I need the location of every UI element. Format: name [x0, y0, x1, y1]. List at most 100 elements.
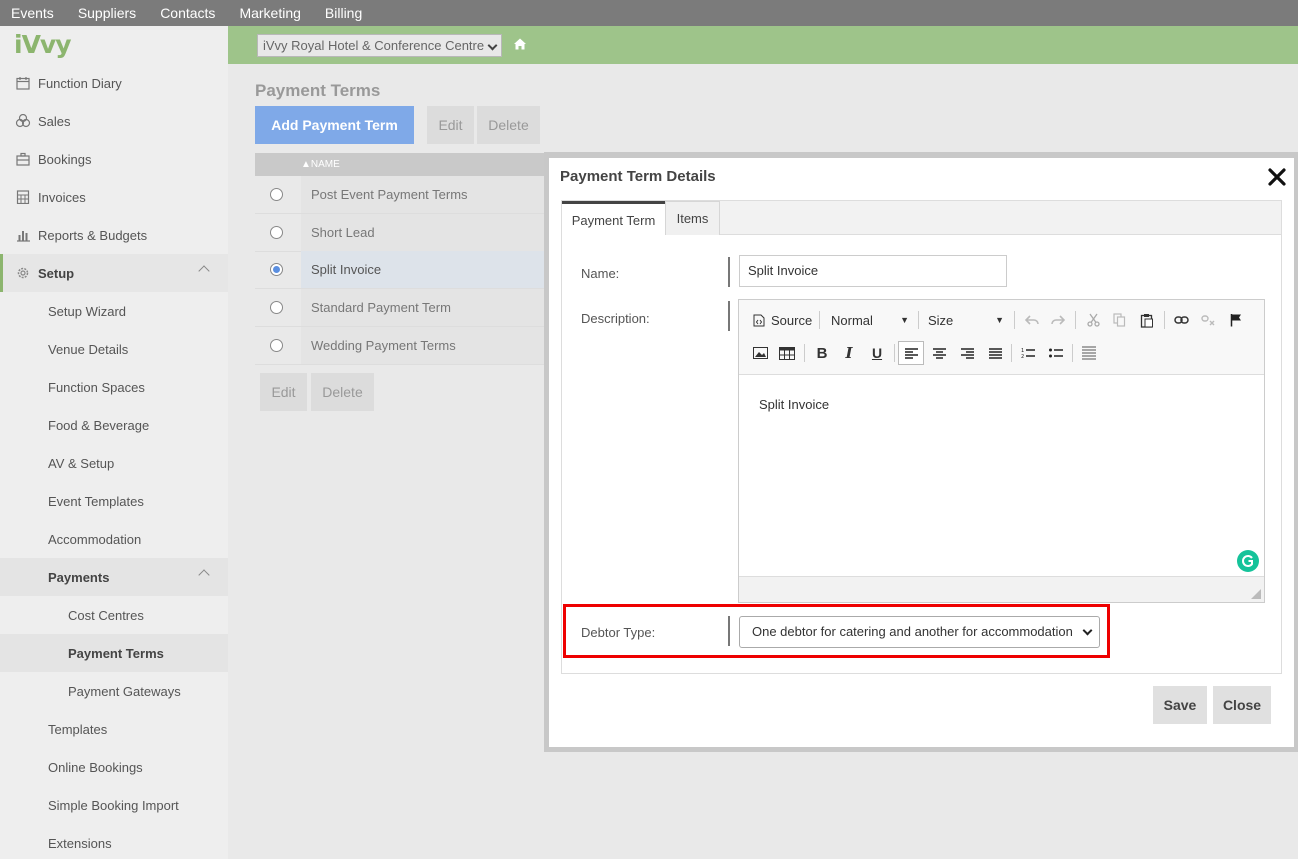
row-radio[interactable] — [270, 226, 283, 239]
sidebar-item-venue-details[interactable]: Venue Details — [0, 330, 228, 368]
sidebar-item-payment-terms[interactable]: Payment Terms — [0, 634, 228, 672]
justify-icon[interactable] — [985, 342, 1005, 364]
sidebar-item-accommodation[interactable]: Accommodation — [0, 520, 228, 558]
table-row[interactable]: Wedding Payment Terms — [255, 327, 555, 365]
sidebar-item-bookings[interactable]: Bookings — [0, 140, 228, 178]
sidebar-item-simple-booking-import[interactable]: Simple Booking Import — [0, 786, 228, 824]
row-label: Split Invoice — [301, 251, 555, 288]
grammarly-icon[interactable] — [1237, 550, 1259, 572]
sidebar-item-label: AV & Setup — [48, 455, 115, 471]
bullet-list-icon[interactable] — [1046, 342, 1066, 364]
close-button[interactable]: Close — [1213, 686, 1271, 724]
sidebar-item-label: Payments — [48, 569, 110, 585]
sidebar-item-function-spaces[interactable]: Function Spaces — [0, 368, 228, 406]
undo-icon[interactable] — [1022, 309, 1042, 331]
table-row[interactable]: Short Lead — [255, 214, 555, 252]
row-radio-selected[interactable] — [270, 263, 283, 276]
save-button[interactable]: Save — [1153, 686, 1207, 724]
row-radio[interactable] — [270, 339, 283, 352]
close-icon[interactable] — [1266, 166, 1288, 188]
image-icon[interactable] — [750, 342, 770, 364]
sidebar-item-setup[interactable]: Setup — [0, 254, 228, 292]
link-icon[interactable] — [1171, 309, 1191, 331]
row-label: Wedding Payment Terms — [301, 327, 555, 364]
sidebar-item-payment-gateways[interactable]: Payment Gateways — [0, 672, 228, 710]
tab-items[interactable]: Items — [665, 201, 720, 235]
source-button[interactable]: Source — [753, 309, 812, 331]
table-icon[interactable] — [777, 342, 797, 364]
sidebar-item-sales[interactable]: Sales — [0, 102, 228, 140]
home-icon[interactable] — [513, 37, 527, 51]
nav-suppliers[interactable]: Suppliers — [78, 5, 136, 21]
nav-events[interactable]: Events — [11, 5, 54, 21]
description-label: Description: — [581, 311, 650, 326]
align-right-icon[interactable] — [957, 342, 977, 364]
redo-icon[interactable] — [1048, 309, 1068, 331]
table-row[interactable]: Standard Payment Term — [255, 289, 555, 327]
sidebar-item-invoices[interactable]: Invoices — [0, 178, 228, 216]
brand-logo[interactable]: iVvy — [14, 30, 72, 59]
debtor-type-label: Debtor Type: — [581, 625, 656, 640]
add-payment-term-button[interactable]: Add Payment Term — [255, 106, 414, 144]
flag-icon[interactable] — [1226, 309, 1246, 331]
briefcase-icon — [15, 152, 31, 166]
bold-icon[interactable]: B — [812, 342, 832, 364]
cut-icon[interactable] — [1083, 309, 1103, 331]
sidebar-item-online-bookings[interactable]: Online Bookings — [0, 748, 228, 786]
sidebar-item-av-setup[interactable]: AV & Setup — [0, 444, 228, 482]
sidebar-item-label: Event Templates — [48, 493, 144, 509]
edit-button[interactable]: Edit — [427, 106, 474, 144]
sidebar-item-reports-budgets[interactable]: Reports & Budgets — [0, 216, 228, 254]
description-editor-content[interactable]: Split Invoice — [759, 397, 829, 412]
size-dropdown[interactable]: Size ▼ — [928, 309, 1006, 331]
sidebar-item-food-beverage[interactable]: Food & Beverage — [0, 406, 228, 444]
sidebar-item-extensions[interactable]: Extensions — [0, 824, 228, 859]
sidebar-item-label: Food & Beverage — [48, 417, 150, 433]
align-left-icon[interactable] — [898, 341, 924, 365]
toolbar-separator — [804, 344, 805, 362]
align-center-icon[interactable] — [929, 342, 949, 364]
nav-contacts[interactable]: Contacts — [160, 5, 215, 21]
calculator-icon — [15, 190, 31, 204]
bar-chart-icon — [15, 228, 31, 242]
italic-icon[interactable]: I — [839, 342, 859, 364]
tab-payment-term[interactable]: Payment Term — [562, 201, 665, 236]
row-radio[interactable] — [270, 188, 283, 201]
payment-term-details-modal: Payment Term Details Payment Term Items … — [549, 158, 1294, 747]
sidebar-item-label: Venue Details — [48, 341, 129, 357]
sidebar-item-label: Bookings — [38, 151, 92, 167]
venue-select[interactable]: iVvy Royal Hotel & Conference Centre — [257, 34, 502, 57]
column-header-name[interactable]: ▲NAME — [255, 153, 555, 176]
sidebar-item-event-templates[interactable]: Event Templates — [0, 482, 228, 520]
delete-button[interactable]: Delete — [477, 106, 540, 144]
paste-icon[interactable] — [1137, 309, 1157, 331]
copy-icon[interactable] — [1109, 309, 1129, 331]
unlink-icon[interactable] — [1198, 309, 1218, 331]
sidebar-item-templates[interactable]: Templates — [0, 710, 228, 748]
toolbar-separator — [1014, 311, 1015, 329]
edit-button-bottom[interactable]: Edit — [260, 373, 307, 411]
sidebar-item-label: Simple Booking Import — [48, 797, 179, 813]
caret-down-icon: ▼ — [900, 315, 909, 325]
sidebar-item-function-diary[interactable]: Function Diary — [0, 64, 228, 102]
nav-marketing[interactable]: Marketing — [239, 5, 300, 21]
numbered-list-icon[interactable]: 12 — [1018, 342, 1038, 364]
sidebar-item-cost-centres[interactable]: Cost Centres — [0, 596, 228, 634]
table-row[interactable]: Post Event Payment Terms — [255, 176, 555, 214]
sidebar-item-payments[interactable]: Payments — [0, 558, 228, 596]
sidebar-item-label: Accommodation — [48, 531, 142, 547]
underline-icon[interactable]: U — [867, 342, 887, 364]
sidebar-item-setup-wizard[interactable]: Setup Wizard — [0, 292, 228, 330]
debtor-type-select[interactable]: One debtor for catering and another for … — [739, 616, 1100, 648]
horizontal-rule-icon[interactable] — [1079, 342, 1099, 364]
editor-toolbar: Source Normal ▼ Size ▼ B I U 1 2 — [739, 300, 1264, 375]
delete-button-bottom[interactable]: Delete — [311, 373, 374, 411]
sidebar: iVvy Function Diary Sales Bookings Invoi… — [0, 26, 228, 859]
name-input[interactable]: Split Invoice — [739, 255, 1007, 287]
table-row-selected[interactable]: Split Invoice — [255, 251, 555, 289]
nav-billing[interactable]: Billing — [325, 5, 362, 21]
format-dropdown[interactable]: Normal ▼ — [831, 309, 911, 331]
sidebar-item-label: Sales — [38, 113, 71, 129]
row-radio[interactable] — [270, 301, 283, 314]
resize-grip-icon[interactable] — [1251, 587, 1261, 599]
